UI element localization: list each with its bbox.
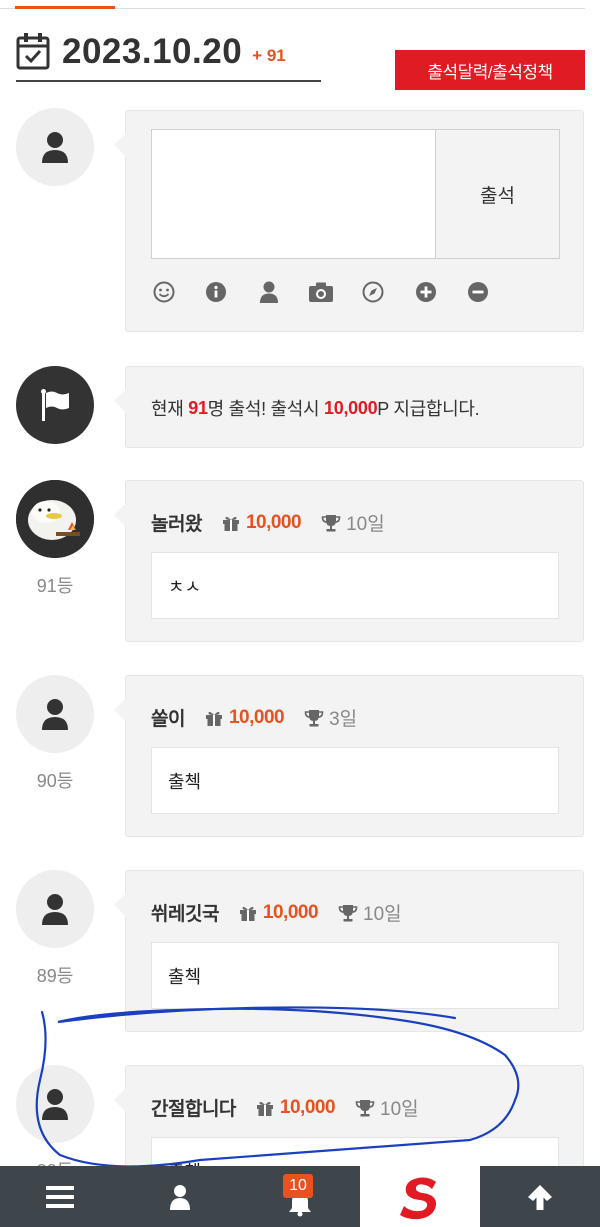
entry-header: 간절합니다 10,000 10일: [151, 1094, 419, 1121]
rank-label: 89등: [36, 966, 74, 986]
top-accent-bar: [15, 6, 115, 9]
streak-days: 3일: [329, 709, 358, 730]
attend-submit-button[interactable]: 출석: [435, 129, 560, 259]
entry-header: 쏠이 10,000 3일: [151, 704, 357, 731]
user-name[interactable]: 쒸레깃국: [151, 899, 219, 926]
avatar[interactable]: [16, 1065, 94, 1143]
entry-comment: ㅊㅅ: [151, 552, 559, 619]
smile-icon[interactable]: [151, 279, 177, 305]
comment-textarea[interactable]: [151, 129, 437, 259]
entry-header: 쒸레깃국 10,000 10일: [151, 899, 402, 926]
user-icon: [170, 1184, 190, 1210]
site-logo: [400, 1177, 437, 1219]
user-icon: [42, 699, 68, 730]
notice-points: 10,000: [324, 397, 378, 418]
plus-circle-icon[interactable]: [413, 279, 439, 305]
user-icon: [42, 1089, 68, 1120]
minus-circle-icon[interactable]: [465, 279, 491, 305]
flag-icon: [41, 389, 69, 421]
notice-count: 91: [188, 397, 208, 418]
user-name[interactable]: 놀러왔: [151, 509, 202, 536]
trophy-icon: [355, 1099, 375, 1116]
streak-days: 10일: [380, 1099, 419, 1120]
streak-days: 10일: [346, 514, 385, 535]
date-header: 2023.10.20 + 91: [16, 32, 321, 82]
arrow-up-icon: [528, 1184, 552, 1210]
gift-icon: [205, 711, 222, 726]
notice-text: 현재 91 명 출석! 출석시 10,000 P 지급합니다.: [151, 397, 480, 420]
avatar[interactable]: [16, 480, 94, 558]
user-icon: [42, 132, 68, 163]
info-icon[interactable]: [203, 279, 229, 305]
streak-days: 10일: [363, 904, 402, 925]
profile-photo: [16, 480, 94, 558]
attendance-entry: 쏠이 10,000 3일 출첵: [114, 675, 584, 837]
entry-comment: 출첵: [151, 747, 559, 814]
rank-label: 91등: [36, 576, 74, 596]
user-name[interactable]: 쏠이: [151, 704, 185, 731]
points-value: 10,000: [245, 511, 302, 533]
trophy-icon: [321, 514, 341, 531]
attendance-date: 2023.10.20: [62, 32, 243, 71]
attendance-entry: 쒸레깃국 10,000 10일 출첵: [114, 870, 584, 1032]
camera-icon[interactable]: [308, 279, 334, 305]
entry-comment: 출첵: [151, 942, 559, 1009]
trophy-icon: [304, 709, 324, 726]
points-value: 10,000: [228, 706, 285, 728]
gift-icon: [222, 516, 239, 531]
points-value: 10,000: [262, 901, 319, 923]
points-value: 10,000: [279, 1096, 336, 1118]
notification-badge: 10: [283, 1174, 313, 1198]
trophy-icon: [338, 904, 358, 921]
entry-header: 놀러왔 10,000 10일: [151, 509, 385, 536]
calendar-policy-button[interactable]: 출석달력/출석정책: [395, 50, 585, 90]
attendance-count: + 91: [252, 46, 286, 65]
compose-panel: 출석: [114, 110, 584, 332]
menu-icon: [46, 1185, 74, 1208]
compose-toolbar: [151, 279, 491, 305]
user-icon[interactable]: [256, 279, 282, 305]
attendance-entry: 놀러왔 10,000 10일 ㅊㅅ: [114, 480, 584, 642]
rank-label: 90등: [36, 771, 74, 791]
avatar[interactable]: [16, 675, 94, 753]
scroll-top-button[interactable]: [480, 1166, 600, 1227]
compass-icon[interactable]: [360, 279, 386, 305]
profile-button[interactable]: [120, 1166, 240, 1227]
calendar-check-icon: [16, 33, 50, 70]
menu-button[interactable]: [0, 1166, 120, 1227]
site-logo-button[interactable]: [360, 1166, 480, 1227]
gift-icon: [239, 906, 256, 921]
gift-icon: [256, 1101, 273, 1116]
avatar[interactable]: [16, 870, 94, 948]
user-name[interactable]: 간절합니다: [151, 1094, 236, 1121]
notice-avatar: [16, 366, 94, 444]
avatar: [16, 108, 94, 186]
user-icon: [42, 894, 68, 925]
attendance-notice: 현재 91 명 출석! 출석시 10,000 P 지급합니다.: [114, 366, 584, 448]
